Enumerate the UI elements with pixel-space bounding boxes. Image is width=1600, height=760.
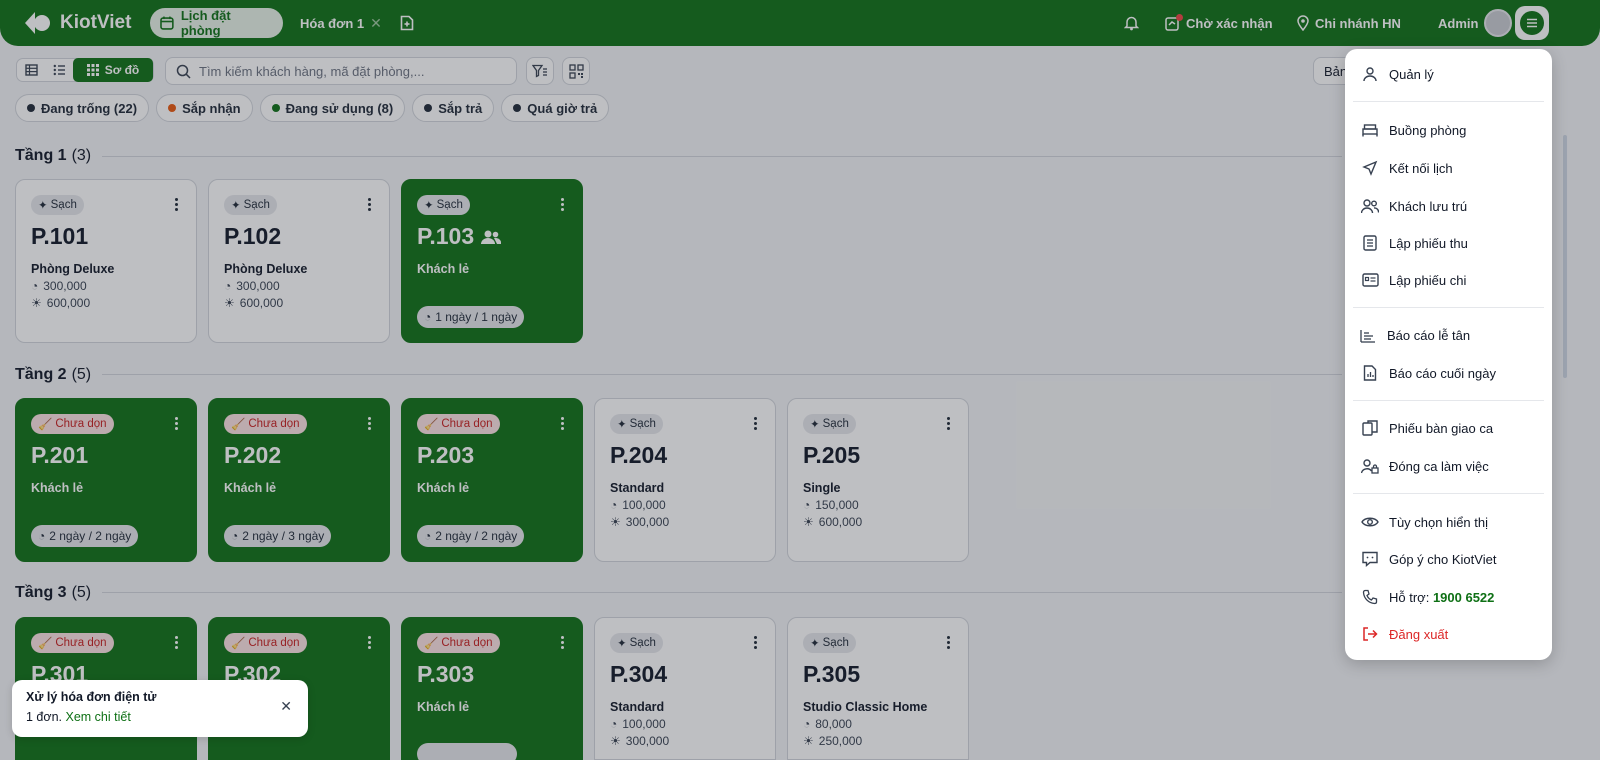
guests-icon [1361, 197, 1379, 215]
menu-item-display-options[interactable]: Tùy chọn hiển thị [1345, 503, 1552, 541]
phone-icon [1361, 588, 1379, 606]
menu-item-shift-handover[interactable]: Phiếu bàn giao ca [1345, 409, 1552, 447]
support-label: Hỗ trợ: [1389, 589, 1430, 605]
menu-item-label: Buồng phòng [1389, 122, 1467, 138]
report-chart-icon [1359, 327, 1377, 345]
menu-item-guests[interactable]: Khách lưu trú [1345, 187, 1552, 225]
toast-title: Xử lý hóa đơn điện tử [26, 690, 157, 704]
close-icon[interactable]: ✕ [280, 698, 292, 715]
menu-item-label: Khách lưu trú [1389, 198, 1468, 214]
view-details-link[interactable]: Xem chi tiết [65, 710, 130, 724]
menu-item-payment[interactable]: Lập phiếu chi [1345, 261, 1552, 299]
menu-item-support[interactable]: Hỗ trợ: 1900 6522 [1345, 578, 1552, 616]
document-chart-icon [1361, 364, 1379, 382]
scrollbar[interactable] [1563, 135, 1567, 378]
menu-divider [1353, 101, 1544, 102]
menu-item-receipt[interactable]: Lập phiếu thu [1345, 224, 1552, 262]
menu-item-rooms[interactable]: Buồng phòng [1345, 111, 1552, 149]
toast-body: 1 đơn. [26, 710, 62, 724]
payment-slip-icon [1361, 271, 1379, 289]
menu-item-label: Quản lý [1389, 66, 1434, 82]
support-phone[interactable]: 1900 6522 [1433, 590, 1494, 605]
menu-divider [1353, 400, 1544, 401]
menu-divider [1353, 307, 1544, 308]
menu-item-label: Đăng xuất [1389, 626, 1449, 642]
menu-item-end-of-day-report[interactable]: Báo cáo cuối ngày [1345, 354, 1552, 392]
menu-item-front-desk-report[interactable]: Báo cáo lễ tân [1345, 316, 1552, 355]
receipt-icon [1361, 234, 1379, 252]
menu-item-label: Góp ý cho KiotViet [1389, 551, 1497, 567]
menu-item-label: Lập phiếu thu [1389, 235, 1468, 251]
menu-item-label: Tùy chọn hiển thị [1389, 514, 1489, 530]
menu-item-label: Báo cáo cuối ngày [1389, 365, 1496, 381]
menu-item-label: Đóng ca làm việc [1389, 458, 1489, 474]
chat-feedback-icon [1361, 550, 1379, 568]
main-menu-dropdown: Quản lý Buồng phòng Kết nối lịch Khách l… [1345, 49, 1552, 660]
menu-divider [1353, 493, 1544, 494]
menu-item-close-shift[interactable]: Đóng ca làm việc [1345, 447, 1552, 485]
menu-item-label: Phiếu bàn giao ca [1389, 420, 1494, 436]
menu-item-feedback[interactable]: Góp ý cho KiotViet [1345, 540, 1552, 578]
menu-item-logout[interactable]: Đăng xuất [1345, 615, 1552, 653]
menu-item-label: Báo cáo lễ tân [1387, 328, 1471, 343]
handover-icon [1361, 419, 1379, 437]
share-icon [1361, 159, 1379, 177]
user-lock-icon [1361, 457, 1379, 475]
menu-item-manage[interactable]: Quản lý [1345, 55, 1552, 93]
menu-item-calendar-sync[interactable]: Kết nối lịch [1345, 149, 1552, 187]
user-manage-icon [1361, 65, 1379, 83]
eye-icon [1361, 513, 1379, 531]
logout-icon [1361, 625, 1379, 643]
menu-item-label: Lập phiếu chi [1389, 272, 1467, 288]
menu-item-label: Kết nối lịch [1389, 160, 1453, 176]
bed-icon [1361, 121, 1379, 139]
e-invoice-toast: Xử lý hóa đơn điện tử 1 đơn. Xem chi tiế… [12, 680, 308, 737]
